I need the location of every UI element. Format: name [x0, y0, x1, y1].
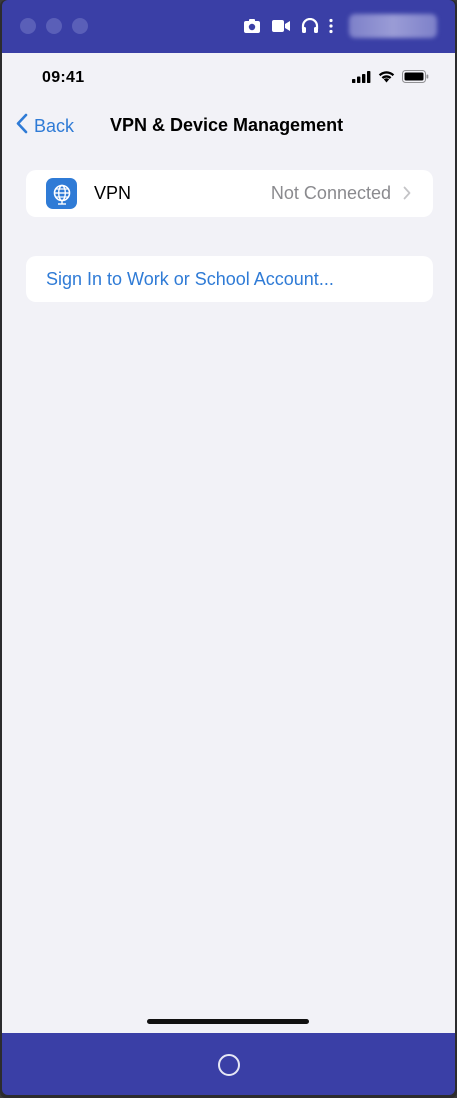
- headphones-icon[interactable]: [301, 18, 319, 34]
- window-minimize-button[interactable]: [46, 18, 62, 34]
- vpn-row[interactable]: VPN Not Connected: [26, 170, 433, 217]
- camera-icon[interactable]: [243, 18, 261, 34]
- home-circle-icon[interactable]: [218, 1054, 240, 1076]
- chevron-right-icon: [403, 186, 411, 205]
- chevron-left-icon: [16, 113, 28, 139]
- window-zoom-button[interactable]: [72, 18, 88, 34]
- emulator-window: 09:41 Back VPN & Device Management VPN N…: [0, 0, 457, 1098]
- battery-icon: [402, 70, 429, 88]
- sign-in-work-school-link[interactable]: Sign In to Work or School Account...: [46, 269, 334, 290]
- blurred-region: [349, 14, 437, 38]
- back-button[interactable]: Back: [16, 113, 74, 139]
- page-title: VPN & Device Management: [110, 115, 344, 135]
- status-icons: [352, 70, 429, 88]
- vpn-status-value: Not Connected: [270, 183, 391, 203]
- wifi-icon: [378, 70, 395, 88]
- emulator-bottom-bar: [2, 1033, 455, 1095]
- navigation-bar: Back VPN & Device Management: [2, 105, 455, 145]
- vpn-label: VPN: [94, 183, 132, 203]
- status-bar: 09:41: [2, 53, 455, 99]
- back-label: Back: [34, 115, 75, 136]
- more-vertical-icon[interactable]: [329, 18, 333, 34]
- phone-screen: 09:41 Back VPN & Device Management VPN N…: [2, 53, 455, 1033]
- globe-vpn-icon: [46, 178, 77, 209]
- account-sign-in-row[interactable]: Sign In to Work or School Account...: [26, 256, 433, 302]
- status-time: 09:41: [42, 69, 85, 86]
- cellular-signal-icon: [352, 70, 371, 88]
- emulator-toolbar: [2, 0, 455, 53]
- video-icon[interactable]: [271, 19, 291, 33]
- home-indicator[interactable]: [147, 1019, 309, 1024]
- emulator-tools: [243, 14, 437, 38]
- window-close-button[interactable]: [20, 18, 36, 34]
